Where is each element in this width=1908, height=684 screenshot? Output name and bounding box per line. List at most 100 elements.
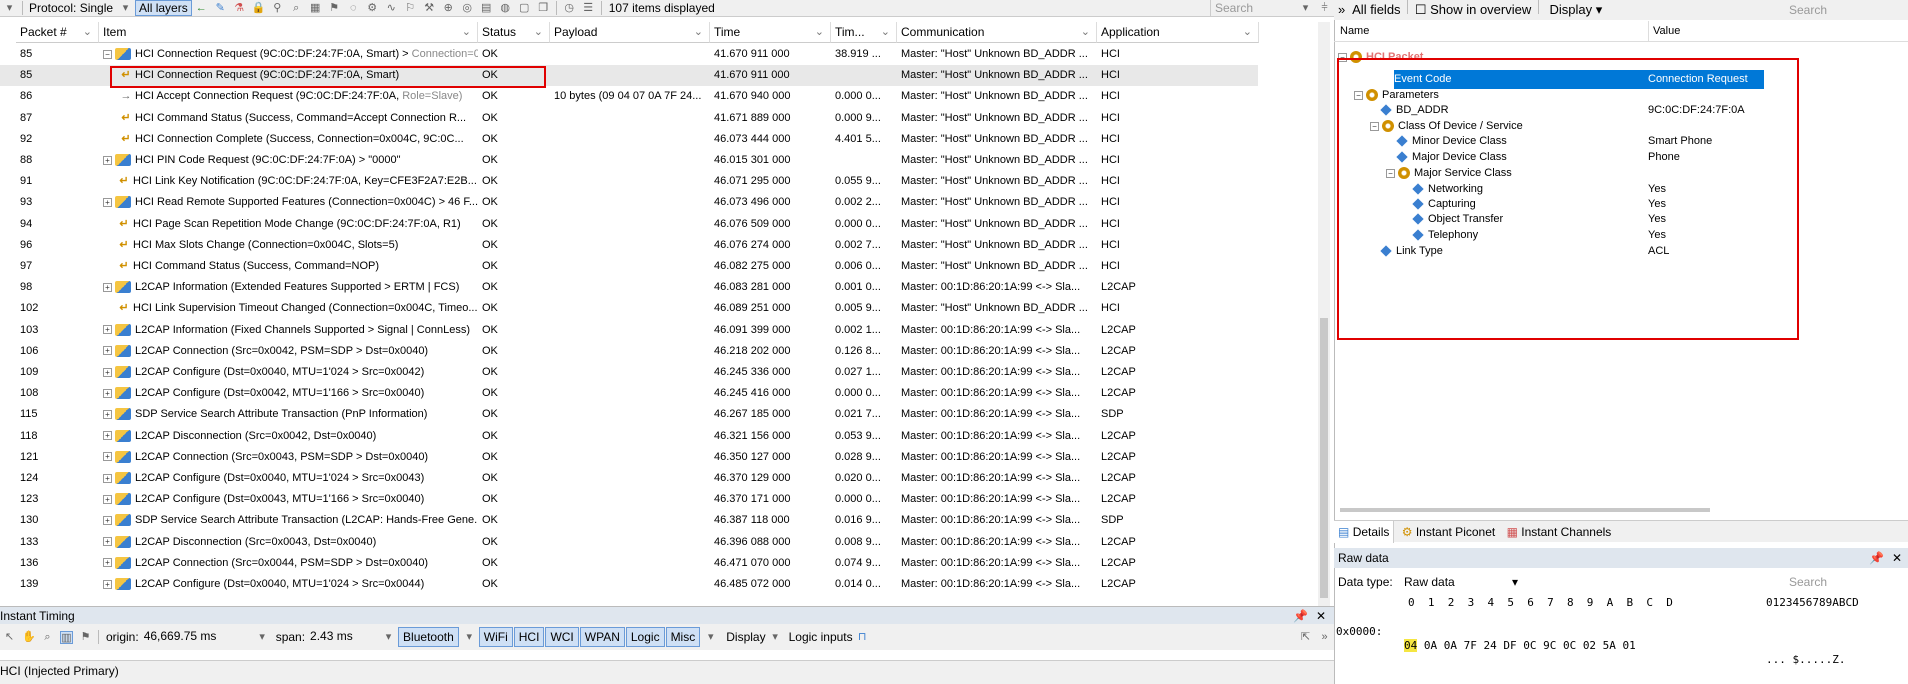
expand-icon[interactable]: +: [103, 558, 112, 568]
expand-icon[interactable]: +: [103, 537, 112, 547]
chevron-down-icon[interactable]: ⌄: [83, 22, 92, 42]
hex-bytes-rest[interactable]: 0A 0A 7F 24 DF 0C 9C 0C 02 5A 01: [1417, 639, 1636, 652]
lock-icon[interactable]: 🔒: [252, 2, 266, 15]
plus-icon[interactable]: ⊕: [442, 2, 455, 15]
expand-icon[interactable]: +: [103, 197, 112, 207]
flag-icon[interactable]: ⚑: [328, 2, 341, 15]
dropdown-icon[interactable]: ▾: [382, 631, 395, 644]
dropdown-icon[interactable]: ▾: [3, 2, 16, 15]
hand-icon[interactable]: ✋: [22, 631, 36, 644]
table-row[interactable]: 96 ↵ HCI Max Slots Change (Connection=0x00…: [0, 235, 1258, 256]
chevron-down-icon[interactable]: ⌄: [694, 22, 703, 42]
span-field[interactable]: 2.43 ms: [307, 628, 377, 646]
table-row[interactable]: 130 + SDP Service Search Attribute Transac…: [0, 510, 1258, 531]
expand-icon[interactable]: +: [103, 579, 112, 589]
close-icon[interactable]: ✕: [1892, 548, 1902, 568]
square-icon[interactable]: ▢: [518, 2, 531, 15]
tag-hci[interactable]: HCI: [513, 627, 545, 647]
search-input[interactable]: Search: [1789, 572, 1827, 592]
show-overview-button[interactable]: Show in overview: [1430, 2, 1531, 17]
chevron-down-icon[interactable]: ⌄: [1081, 22, 1090, 42]
mouse-icon[interactable]: ◌: [347, 2, 360, 15]
table-row[interactable]: 86 → HCI Accept Connection Request (9C:0C:…: [0, 86, 1258, 107]
dropdown-icon[interactable]: ▾: [769, 631, 782, 644]
waveform-icon[interactable]: ⊓: [856, 631, 869, 644]
horizontal-scrollbar[interactable]: [1340, 508, 1710, 512]
search-icon[interactable]: ⌕: [290, 2, 303, 15]
table-row[interactable]: 133 + L2CAP Disconnection (Src=0x0043, Dst…: [0, 532, 1258, 553]
chevron-down-icon[interactable]: ⌄: [815, 22, 824, 42]
collapse-icon[interactable]: »: [1318, 631, 1331, 644]
table-row[interactable]: 136 + L2CAP Connection (Src=0x0044, PSM=SD…: [0, 553, 1258, 574]
tab-details[interactable]: ▤ Details: [1334, 521, 1395, 543]
data-type-select[interactable]: Raw data: [1404, 572, 1455, 592]
dropdown-icon[interactable]: ▾: [1596, 2, 1603, 17]
expand-icon[interactable]: +: [103, 409, 112, 419]
expand-icon[interactable]: +: [103, 473, 112, 483]
pin-icon[interactable]: 📌: [1293, 607, 1308, 625]
flask-icon[interactable]: ⚗: [233, 2, 246, 15]
globe-icon[interactable]: ◎: [461, 2, 474, 15]
column-header-application[interactable]: Application ⌄: [1097, 22, 1259, 43]
ascii-row[interactable]: ... $.....Z.: [1766, 653, 1845, 667]
table-row[interactable]: 124 + L2CAP Configure (Dst=0x0040, MTU=1'0…: [0, 468, 1258, 489]
table-row[interactable]: 109 + L2CAP Configure (Dst=0x0040, MTU=1'0…: [0, 362, 1258, 383]
tag-wci[interactable]: WCI: [545, 627, 579, 647]
pin-icon[interactable]: 📌: [1869, 548, 1884, 568]
dropdown-icon[interactable]: ▾: [256, 631, 269, 644]
display-menu[interactable]: Display: [726, 630, 765, 644]
tag-wifi[interactable]: WiFi: [478, 627, 513, 647]
gear-icon[interactable]: ⚙: [366, 2, 379, 15]
cursor-icon[interactable]: ↖: [3, 631, 16, 644]
zoom-icon[interactable]: ⌕: [41, 631, 54, 644]
search-input[interactable]: Search: [1210, 0, 1296, 16]
dropdown-icon[interactable]: ▾: [1512, 572, 1518, 592]
marker-icon[interactable]: ⚑: [79, 631, 92, 644]
column-header-time-delta[interactable]: Tim... ⌄: [831, 22, 897, 43]
scrollbar-thumb[interactable]: [1320, 318, 1328, 598]
dropdown-icon[interactable]: ▾: [704, 631, 717, 644]
table-row[interactable]: 115 + SDP Service Search Attribute Transac…: [0, 404, 1258, 425]
dropdown-icon[interactable]: ▾: [1299, 2, 1312, 15]
bookmark-icon[interactable]: ⚐: [404, 2, 417, 15]
table-row[interactable]: 98 + L2CAP Information (Extended Features …: [0, 277, 1258, 298]
pencil-icon[interactable]: ✎: [214, 2, 227, 15]
expand-icon[interactable]: +: [103, 515, 112, 525]
expand-icon[interactable]: +: [103, 452, 112, 462]
tag-logic[interactable]: Logic: [625, 627, 665, 647]
all-layers-button[interactable]: All layers: [135, 0, 192, 16]
display-menu[interactable]: Display: [1546, 2, 1593, 17]
copy-icon[interactable]: ❐: [537, 2, 550, 15]
pin-icon[interactable]: ⚲: [271, 2, 284, 15]
expand-icon[interactable]: +: [103, 431, 112, 441]
origin-field[interactable]: 46,669.75 ms: [141, 628, 251, 646]
expand-icon[interactable]: +: [103, 388, 112, 398]
table-row[interactable]: 118 + L2CAP Disconnection (Src=0x0042, Dst…: [0, 426, 1258, 447]
tag-wpan[interactable]: WPAN: [579, 627, 625, 647]
chevron-down-icon[interactable]: ⌄: [881, 22, 890, 42]
layout-icon[interactable]: ▥: [60, 630, 73, 644]
table-row[interactable]: 85 − HCI Connection Request (9C:0C:DF:24:7…: [0, 44, 1258, 65]
expand-icon[interactable]: +: [103, 494, 112, 504]
close-icon[interactable]: ✕: [1316, 607, 1326, 625]
column-header-packet[interactable]: Packet # ⌄: [16, 22, 99, 43]
expand-icon[interactable]: +: [103, 325, 112, 335]
expand-icon[interactable]: +: [103, 155, 112, 165]
expand-icon[interactable]: +: [103, 282, 112, 292]
tab-instant-channels[interactable]: ▦ Instant Channels: [1503, 521, 1616, 543]
logic-inputs-button[interactable]: Logic inputs: [789, 630, 853, 644]
tag-bluetooth[interactable]: Bluetooth: [398, 627, 459, 647]
checkbox-icon[interactable]: ☐: [1415, 2, 1427, 17]
column-header-communication[interactable]: Communication ⌄: [897, 22, 1097, 43]
table-row[interactable]: 121 + L2CAP Connection (Src=0x0043, PSM=SD…: [0, 447, 1258, 468]
chart-icon[interactable]: ▤: [480, 2, 493, 15]
column-header-payload[interactable]: Payload ⌄: [550, 22, 710, 43]
column-header-time[interactable]: Time ⌄: [710, 22, 831, 43]
table-row[interactable]: 123 + L2CAP Configure (Dst=0x0043, MTU=1'1…: [0, 489, 1258, 510]
expand-icon[interactable]: +: [103, 367, 112, 377]
collapse-icon[interactable]: −: [103, 49, 112, 59]
all-fields-button[interactable]: All fields: [1352, 2, 1400, 17]
waveform-icon[interactable]: ∿: [385, 2, 398, 15]
bubble-icon[interactable]: ◍: [499, 2, 512, 15]
table-row[interactable]: 92 ↵ HCI Connection Complete (Success, Con…: [0, 129, 1258, 150]
